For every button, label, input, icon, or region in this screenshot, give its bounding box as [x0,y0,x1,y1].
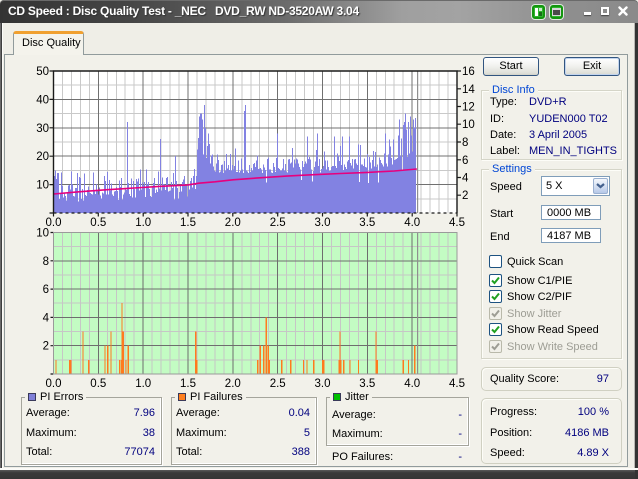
svg-text:30: 30 [36,123,49,135]
svg-text:12: 12 [462,102,475,114]
svg-text:3.0: 3.0 [315,378,331,390]
svg-text:0.0: 0.0 [46,378,62,390]
svg-text:2.0: 2.0 [225,217,241,229]
svg-text:4.5: 4.5 [449,217,465,229]
svg-text:0.5: 0.5 [90,378,106,390]
svg-text:2.0: 2.0 [225,378,241,390]
svg-text:4.0: 4.0 [404,378,420,390]
svg-text:8: 8 [462,137,468,149]
svg-text:1.5: 1.5 [180,378,196,390]
svg-text:40: 40 [36,94,49,106]
svg-text:10: 10 [36,228,49,240]
svg-text:8: 8 [43,256,49,268]
svg-text:10: 10 [462,119,475,131]
svg-text:2.5: 2.5 [270,217,286,229]
svg-text:3.0: 3.0 [315,217,331,229]
svg-text:0.5: 0.5 [90,217,106,229]
svg-text:2: 2 [43,341,49,353]
svg-text:16: 16 [462,66,475,78]
svg-text:3.5: 3.5 [359,378,375,390]
svg-text:6: 6 [462,155,468,167]
svg-text:2: 2 [462,190,468,202]
svg-text:50: 50 [36,66,49,78]
svg-text:2.5: 2.5 [270,378,286,390]
svg-text:4.0: 4.0 [404,217,420,229]
svg-text:4: 4 [43,312,50,324]
svg-text:1.0: 1.0 [135,378,151,390]
svg-text:14: 14 [462,84,475,96]
svg-text:10: 10 [36,180,49,192]
svg-text:1.0: 1.0 [135,217,151,229]
svg-text:20: 20 [36,151,49,163]
svg-text:6: 6 [43,284,49,296]
svg-text:1.5: 1.5 [180,217,196,229]
svg-text:3.5: 3.5 [359,217,375,229]
svg-text:4: 4 [462,173,469,185]
svg-text:4.5: 4.5 [449,378,465,390]
